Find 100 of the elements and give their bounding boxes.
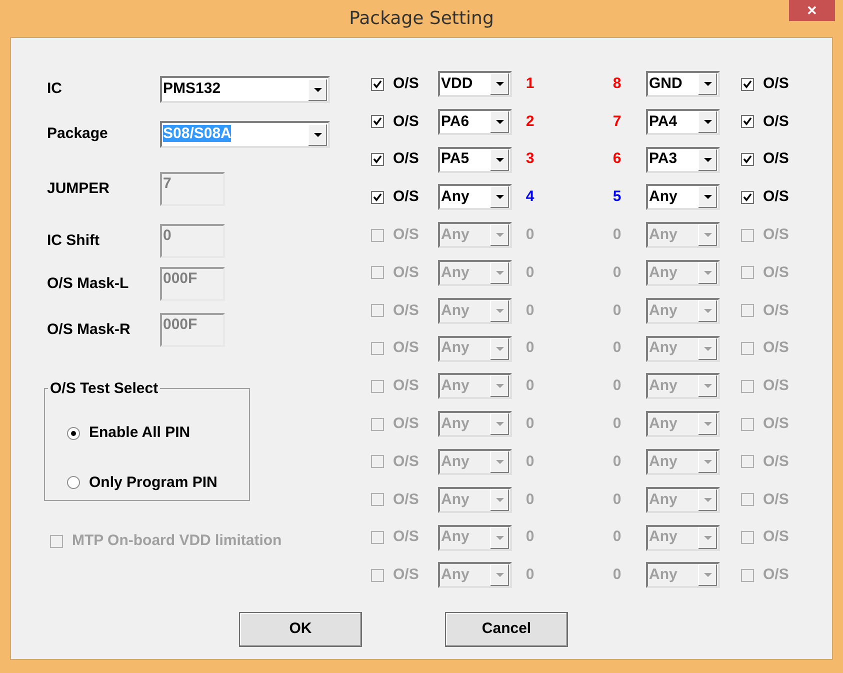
field-label: IC [47, 79, 63, 100]
pin-number: 4 [524, 187, 536, 208]
pin-number: 2 [524, 112, 536, 132]
dropdown-arrow-icon [496, 82, 504, 86]
dropdown-arrow-icon [704, 158, 712, 162]
checkbox[interactable] [371, 153, 384, 166]
pin-number: 5 [612, 187, 622, 208]
pin-number: 0 [612, 224, 622, 245]
option-label: Enable All PIN [89, 423, 190, 443]
pin-number: 0 [524, 262, 536, 283]
checkbox-label: O/S [763, 527, 790, 548]
dropdown[interactable]: PA4 [646, 108, 720, 135]
pin-number: 1 [524, 74, 536, 94]
checkbox-label: O/S [393, 452, 420, 472]
dropdown-arrow-icon [496, 384, 504, 388]
dropdown-arrow-icon [704, 120, 712, 124]
pin-number: 0 [612, 300, 622, 321]
checkbox-label: O/S [763, 452, 790, 472]
checkbox[interactable] [741, 190, 754, 204]
dropdown-arrow-icon [704, 270, 712, 275]
dropdown-arrow-icon [496, 460, 504, 464]
checkbox-label: O/S [393, 187, 420, 208]
dropdown[interactable]: Any [646, 184, 720, 210]
readonly-field[interactable]: 0 [160, 224, 225, 258]
dropdown-arrow-icon [496, 422, 504, 426]
checkbox-label: O/S [393, 527, 420, 548]
option-label: Only Program PIN [89, 472, 218, 492]
pin-number: 0 [612, 565, 622, 586]
dropdown-arrow-icon [704, 573, 712, 578]
pin-number: 0 [524, 338, 536, 358]
checkbox-label: O/S [393, 338, 420, 358]
checkbox[interactable] [371, 78, 384, 90]
readonly-field[interactable]: 7 [160, 172, 225, 206]
checkbox[interactable] [741, 78, 754, 90]
checkbox-label: O/S [763, 112, 790, 132]
pin-number: 6 [612, 149, 622, 170]
pin-number: 0 [524, 565, 536, 586]
readonly-field[interactable]: 000F [160, 267, 225, 301]
checkbox-label: O/S [763, 376, 790, 396]
pin-number: 8 [612, 74, 622, 94]
dropdown-arrow-icon [496, 346, 504, 351]
pin-number: 0 [524, 490, 536, 510]
pin-number: 0 [524, 452, 536, 472]
checkbox-label: O/S [393, 74, 420, 94]
checkbox-label: O/S [763, 187, 790, 208]
dropdown[interactable]: PA5 [438, 146, 512, 173]
dropdown-arrow-icon [496, 120, 504, 124]
checkbox-label: O/S [393, 224, 420, 245]
dropdown[interactable]: PA6 [438, 108, 512, 135]
checkbox-label: O/S [393, 376, 420, 396]
dropdown-arrow-icon [496, 536, 504, 540]
checkbox[interactable] [371, 190, 384, 204]
field-label: JUMPER [47, 178, 111, 199]
dropdown[interactable]: VDD [438, 71, 512, 97]
pin-number: 0 [612, 452, 622, 472]
checkbox-label: O/S [393, 414, 420, 434]
pin-number: 0 [612, 338, 622, 358]
field-label: IC Shift [47, 230, 100, 251]
checkbox-label: O/S [763, 565, 790, 586]
dropdown[interactable]: PA3 [646, 146, 720, 173]
dropdown[interactable]: GND [646, 71, 720, 97]
checkbox-label: O/S [763, 414, 790, 434]
dropdown-arrow-icon [314, 88, 322, 92]
pin-number: 0 [612, 527, 622, 548]
pin-number: 0 [524, 414, 536, 434]
checkbox-label: O/S [763, 300, 790, 321]
radio-button[interactable] [67, 426, 80, 440]
readonly-field[interactable]: 000F [160, 313, 225, 347]
checkbox-label: O/S [763, 490, 790, 510]
dropdown-arrow-icon [704, 422, 712, 426]
checkbox[interactable] [741, 153, 754, 166]
dropdown[interactable]: PMS132 [160, 76, 330, 103]
dropdown-arrow-icon [704, 82, 712, 86]
checkbox[interactable] [371, 115, 384, 128]
pin-number: 0 [612, 490, 622, 510]
checkbox-label: O/S [763, 262, 790, 283]
dropdown-arrow-icon [496, 195, 504, 200]
dropdown-arrow-icon [704, 308, 712, 313]
checkbox[interactable] [741, 115, 754, 128]
dropdown-arrow-icon [496, 158, 504, 162]
checkbox-label: O/S [763, 338, 790, 358]
dropdown[interactable]: Any [438, 184, 512, 210]
dropdown[interactable]: S08/S08A [160, 121, 330, 148]
pin-number: 0 [612, 262, 622, 283]
field-label: Package [47, 124, 109, 144]
checkbox-label: O/S [393, 262, 420, 283]
dropdown-arrow-icon [704, 195, 712, 200]
checkbox-label: O/S [393, 490, 420, 510]
dialog-button[interactable]: OK [239, 612, 362, 647]
dropdown-arrow-icon [704, 460, 712, 464]
dropdown-arrow-icon [704, 346, 712, 351]
pin-number: 3 [524, 149, 536, 170]
pin-number: 7 [612, 112, 622, 132]
radio-button[interactable] [67, 476, 80, 490]
checkbox-label: O/S [763, 149, 790, 170]
close-button[interactable]: ✕ [789, 0, 835, 21]
dialog-button[interactable]: Cancel [445, 612, 568, 647]
pin-number: 0 [524, 300, 536, 321]
dropdown-arrow-icon [704, 536, 712, 540]
checkbox-label: O/S [393, 149, 420, 170]
